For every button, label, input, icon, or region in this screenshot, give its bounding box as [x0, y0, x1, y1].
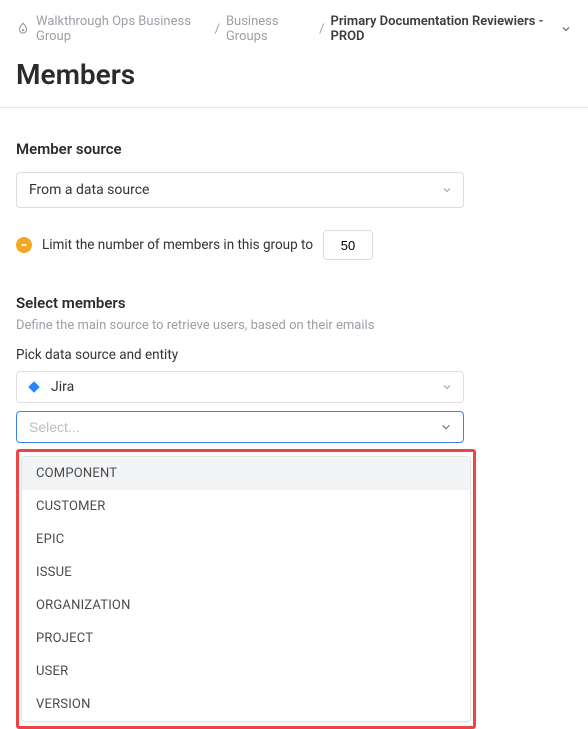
- entity-option-epic[interactable]: EPIC: [22, 523, 470, 556]
- breadcrumb-link-root[interactable]: Walkthrough Ops Business Group: [36, 14, 209, 44]
- jira-icon: [27, 380, 41, 394]
- select-members-heading: Select members: [16, 294, 572, 312]
- pick-data-source-label: Pick data source and entity: [16, 347, 572, 363]
- entity-dropdown-highlight: COMPONENT CUSTOMER EPIC ISSUE ORGANIZATI…: [16, 449, 476, 729]
- member-source-value: From a data source: [29, 182, 149, 198]
- entity-option-organization[interactable]: ORGANIZATION: [22, 589, 470, 622]
- member-source-heading: Member source: [16, 140, 572, 158]
- chevron-down-icon: [439, 420, 453, 434]
- page-title: Members: [16, 58, 572, 91]
- select-members-hint: Define the main source to retrieve users…: [16, 318, 572, 333]
- entity-option-component[interactable]: COMPONENT: [22, 457, 470, 490]
- entity-option-customer[interactable]: CUSTOMER: [22, 490, 470, 523]
- breadcrumb-separator: /: [215, 22, 220, 37]
- entity-dropdown-panel: COMPONENT CUSTOMER EPIC ISSUE ORGANIZATI…: [21, 456, 471, 722]
- entity-option-issue[interactable]: ISSUE: [22, 556, 470, 589]
- entity-select-input[interactable]: [27, 418, 433, 436]
- chevron-down-icon: [441, 184, 453, 196]
- limit-label: Limit the number of members in this grou…: [42, 237, 313, 253]
- entity-option-user[interactable]: USER: [22, 655, 470, 688]
- data-source-select[interactable]: Jira: [16, 371, 464, 403]
- limit-input[interactable]: [323, 230, 373, 260]
- data-source-value: Jira: [51, 379, 74, 395]
- breadcrumb-separator: /: [319, 22, 324, 37]
- breadcrumb: Walkthrough Ops Business Group / Busines…: [0, 0, 588, 54]
- breadcrumb-current[interactable]: Primary Documentation Reviewiers - PROD: [331, 14, 555, 44]
- breadcrumb-link-groups[interactable]: Business Groups: [226, 14, 313, 44]
- member-source-select[interactable]: From a data source: [16, 172, 464, 208]
- limit-toggle-icon[interactable]: [16, 237, 32, 253]
- chevron-down-icon[interactable]: [560, 23, 572, 35]
- chevron-down-icon: [441, 381, 453, 393]
- app-logo-icon: [16, 22, 30, 36]
- entity-option-version[interactable]: VERSION: [22, 688, 470, 721]
- entity-option-project[interactable]: PROJECT: [22, 622, 470, 655]
- entity-select[interactable]: [16, 411, 464, 443]
